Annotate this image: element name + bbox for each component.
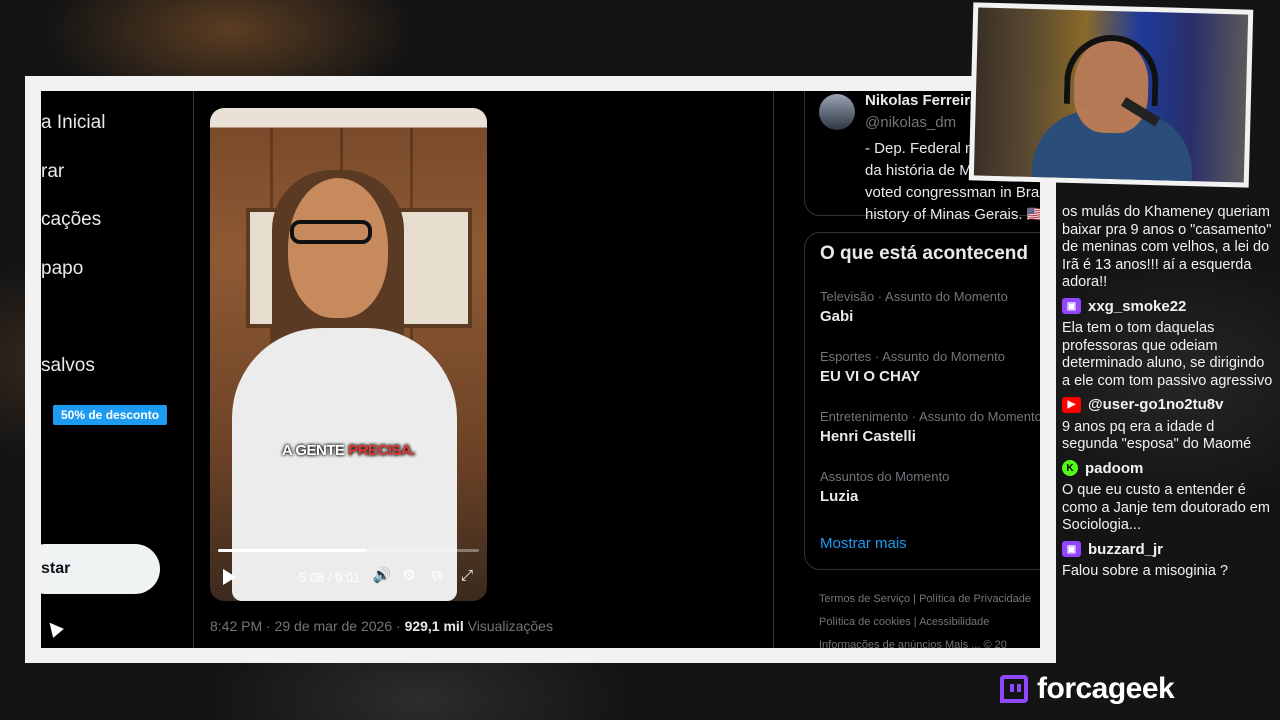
video-progress-fill [218,549,367,552]
chat-message-text: O que eu custo a entender é como a Janje… [1062,482,1270,533]
chat-username-row: ▶ @user-go1no2tu8v [1062,396,1274,414]
footer-copyright: © 20 [983,639,1007,648]
trend-name: EU VI O CHAY [820,368,921,385]
trend-item[interactable]: Entretenimento · Assunto do Momento Henri… [820,409,1040,445]
profile-handle[interactable]: @nikolas_dm [865,114,956,131]
webcam-overlay [968,2,1254,188]
video-subtitle: A GENTE PRECISA. [210,442,487,459]
trend-name: Luzia [820,488,859,505]
chat-username-row: ▣ buzzard_jr [1062,541,1274,559]
dock-icon[interactable]: ⧉ [427,566,447,586]
trend-item[interactable]: Assuntos do Momento Luzia [820,469,949,505]
profile-name[interactable]: Nikolas Ferreira [865,92,978,109]
nav-item-explore[interactable]: rar [41,161,64,183]
twitch-logo-icon [1000,675,1028,703]
headset-icon [1063,33,1160,107]
chat-message-text: os mulás do Khameney queriam baixar pra … [1062,204,1272,290]
avatar[interactable] [819,94,855,130]
wall-frame-right [396,208,472,328]
post-metadata: 8:42 PM · 29 de mar de 2026 · 929,1 mil … [210,618,553,634]
left-sidebar: a Inicial rar cações papo salvos 50% de … [41,91,194,648]
speaker-glasses [290,220,372,244]
chat-username: buzzard_jr [1088,540,1164,558]
chat-message-text: Ela tem o tom daquelas professoras que o… [1062,320,1273,389]
screen-capture-frame: a Inicial rar cações papo salvos 50% de … [25,76,1056,663]
chat-username: @user-go1no2tu8v [1088,396,1224,413]
channel-brand: forcageek [1000,672,1175,706]
discount-badge[interactable]: 50% de desconto [53,405,168,425]
trend-name: Henri Castelli [820,428,916,445]
chat-username: padoom [1085,459,1144,477]
fullscreen-icon[interactable]: ⤢ [457,566,477,586]
views-label: Visualizações [463,618,553,634]
chat-overlay: os mulás do Khameney queriam baixar pra … [1062,204,1274,587]
footer-link[interactable]: Política de cookies [819,616,911,628]
subtitle-highlight: PRECISA. [348,442,416,459]
chat-username-row: ▣ xxg_smoke22 [1062,298,1274,316]
play-icon[interactable] [223,569,236,585]
chat-username: xxg_smoke22 [1088,297,1187,315]
video-controls: 5:08 / 9:01 🔊 ⚙ ⧉ ⤢ [210,553,487,601]
volume-icon[interactable]: 🔊 [372,566,392,586]
video-progress-bar[interactable] [218,549,479,552]
subtitle-text: A GENTE [281,442,349,459]
trend-category: Entretenimento · Assunto do Momento [820,409,1040,424]
view-count: 929,1 mil [404,618,464,634]
footer-link[interactable]: Mais ... [945,639,980,648]
trends-title: O que está acontecend [820,243,1029,264]
trend-category: Esportes · Assunto do Momento [820,349,1005,364]
main-column: A GENTE PRECISA. 5:08 / 9:01 🔊 ⚙ ⧉ ⤢ 8:4… [194,91,774,648]
footer-link[interactable]: Política de Privacidade [919,593,1031,605]
chat-message-text: Falou sobre a misoginia ? [1062,563,1229,579]
webcam-feed [973,7,1249,183]
mouse-cursor-icon [44,618,64,638]
footer-link[interactable]: Termos de Serviço [819,593,910,605]
nav-item-saved[interactable]: salvos [41,355,95,377]
chat-username-row: Kpadoom [1062,460,1274,478]
nav-item-notifications[interactable]: cações [41,209,101,231]
settings-gear-icon[interactable]: ⚙ [399,566,419,586]
nav-item-chat[interactable]: papo [41,258,83,280]
footer-links: Termos de Serviço | Política de Privacid… [819,588,1040,648]
footer-link[interactable]: Acessibilidade [919,616,989,628]
show-more-link[interactable]: Mostrar mais [820,535,907,552]
trend-name: Gabi [820,308,854,325]
post-timestamp[interactable]: 8:42 PM · 29 de mar de 2026 · [210,618,405,634]
kick-icon: K [1062,460,1078,477]
nav-item-home[interactable]: a Inicial [41,112,105,134]
x-page: a Inicial rar cações papo salvos 50% de … [41,91,1040,648]
footer-link[interactable]: Informações de anúncios [819,639,942,648]
trend-category: Assuntos do Momento [820,469,950,484]
speaker-face [288,178,388,318]
post-button[interactable]: star [41,544,160,594]
channel-name: forcageek [1037,672,1175,705]
trend-item[interactable]: Televisão · Assunto do Momento Gabi [820,289,1008,325]
youtube-icon: ▶ [1062,396,1081,413]
twitch-icon: ▣ [1062,541,1081,558]
trend-category: Televisão · Assunto do Momento [820,289,1008,304]
twitch-icon: ▣ [1062,298,1081,315]
trends-panel: O que está acontecend Televisão · Assunt… [804,232,1040,570]
video-player[interactable]: A GENTE PRECISA. 5:08 / 9:01 🔊 ⚙ ⧉ ⤢ [210,108,487,601]
video-time: 5:08 / 9:01 [299,570,361,585]
trend-item[interactable]: Esportes · Assunto do Momento EU VI O CHA… [820,349,1005,385]
chat-message-text: 9 anos pq era a idade d segunda "esposa"… [1062,418,1252,453]
